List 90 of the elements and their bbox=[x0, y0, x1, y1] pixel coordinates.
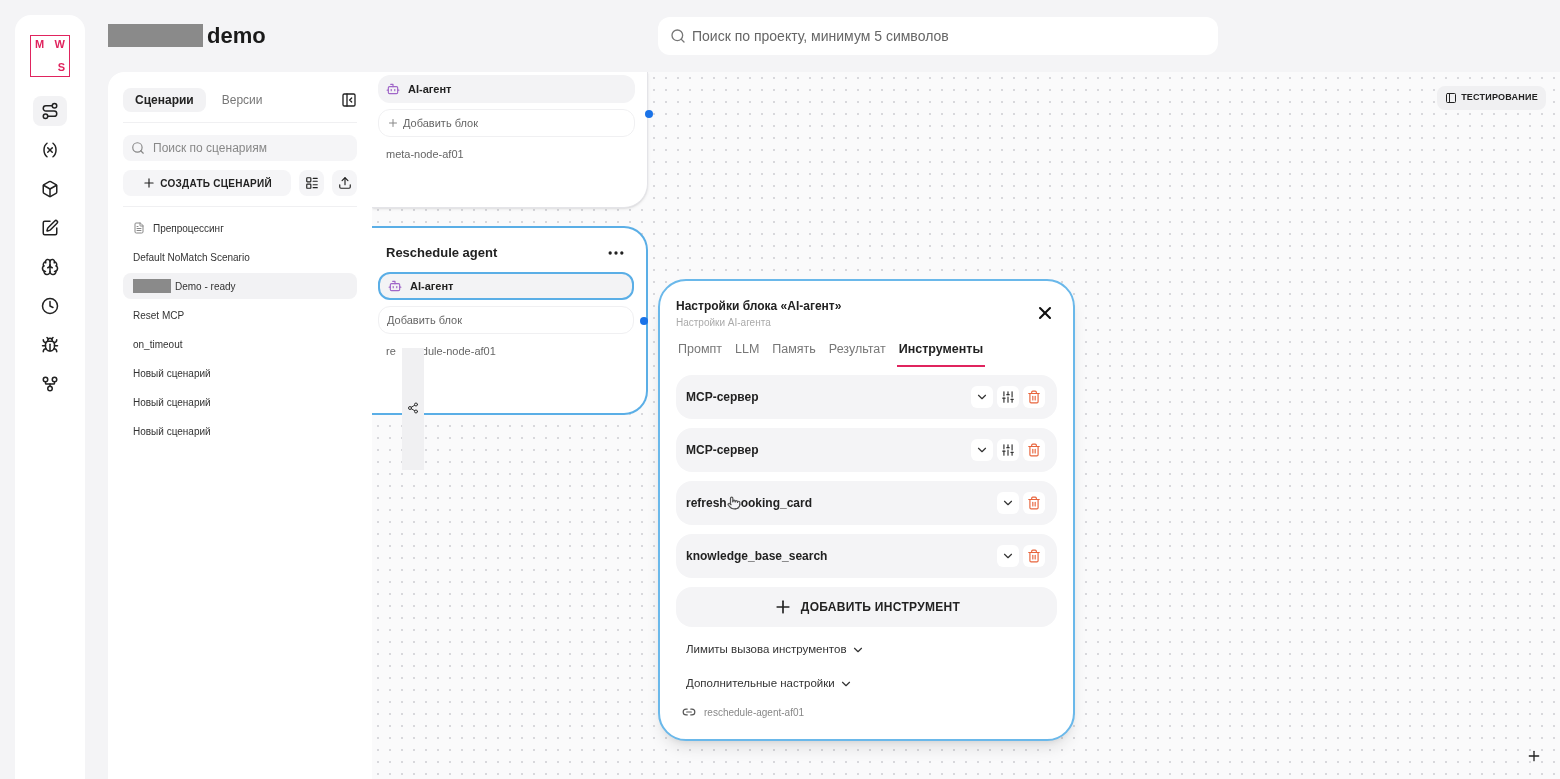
trash-icon bbox=[1027, 442, 1041, 457]
variable-icon bbox=[41, 141, 59, 159]
dialog-title: Настройки блока «AI-агент» bbox=[676, 298, 842, 315]
trash-icon bbox=[1027, 495, 1041, 510]
block-id: reschedule-agent-af01 bbox=[704, 705, 805, 720]
clock-icon bbox=[41, 297, 59, 315]
dialog-tab[interactable]: Результат bbox=[826, 340, 888, 367]
list-icon bbox=[304, 176, 319, 190]
document-icon bbox=[133, 222, 145, 234]
node-title: Reschedule agent bbox=[386, 244, 498, 263]
scenario-item[interactable]: on_timeout bbox=[123, 331, 357, 357]
add-tool-button[interactable]: ДОБАВИТЬ ИНСТРУМЕНТ bbox=[676, 586, 1057, 627]
add-block-button[interactable]: Добавить блок bbox=[378, 306, 634, 334]
node-id: meta-node-af01 bbox=[386, 146, 464, 162]
tool-row[interactable]: knowledge_base_search bbox=[676, 533, 1057, 578]
dialog-tab[interactable]: Промпт bbox=[676, 340, 724, 367]
block-row[interactable]: AI-агент bbox=[378, 272, 634, 300]
tool-name: knowledge_base_search bbox=[686, 547, 828, 565]
expand-button[interactable] bbox=[997, 544, 1019, 567]
zoom-in-icon[interactable] bbox=[1526, 748, 1542, 764]
connection-handle[interactable] bbox=[640, 317, 648, 325]
scenario-item[interactable]: Новый сценарий bbox=[123, 418, 357, 444]
robot-icon bbox=[386, 82, 400, 96]
section-toggle[interactable]: Дополнительные настройки bbox=[676, 666, 1057, 701]
hand-cursor-icon bbox=[726, 495, 741, 510]
expand-button[interactable] bbox=[971, 438, 993, 461]
node-card[interactable]: Reschedule agent AI-агент Добавить блок re dule-node-af01 bbox=[372, 226, 648, 415]
scenario-item[interactable]: Новый сценарий bbox=[123, 360, 357, 386]
tool-name: ooking_card bbox=[740, 494, 813, 512]
node-card[interactable]: AI-агент Добавить блок meta-node-af01 bbox=[372, 72, 648, 208]
add-block-button[interactable]: Добавить блок bbox=[378, 109, 635, 137]
redaction-bar bbox=[133, 279, 171, 293]
settings-button[interactable] bbox=[997, 385, 1019, 408]
bug-icon bbox=[41, 336, 59, 354]
scenario-item[interactable]: Demo - ready bbox=[123, 273, 357, 299]
collapse-panel-icon[interactable] bbox=[341, 92, 357, 108]
delete-button[interactable] bbox=[1023, 438, 1045, 461]
search-icon bbox=[131, 141, 145, 155]
pen-note-icon bbox=[41, 219, 59, 237]
sliders-icon bbox=[1001, 389, 1015, 404]
robot-icon bbox=[388, 279, 402, 293]
upload-icon bbox=[337, 176, 352, 190]
testing-button[interactable]: ТЕСТИРОВАНИЕ bbox=[1437, 86, 1546, 110]
expand-button[interactable] bbox=[971, 385, 993, 408]
scenario-item[interactable]: Препроцессинг bbox=[123, 215, 357, 241]
node-id: dule-node-af01 bbox=[421, 343, 496, 359]
scenario-item[interactable]: Новый сценарий bbox=[123, 389, 357, 415]
scenario-search-field[interactable]: Поиск по сценариям bbox=[123, 135, 357, 161]
block-row[interactable]: AI-агент bbox=[378, 75, 635, 103]
panel-icon bbox=[1445, 92, 1458, 104]
sliders-icon bbox=[1001, 442, 1015, 457]
project-search-field[interactable]: Поиск по проекту, минимум 5 символов bbox=[658, 17, 1218, 55]
trash-icon bbox=[1027, 389, 1041, 404]
tool-name: refresh bbox=[686, 494, 727, 512]
dialog-subtitle: Настройки AI-агента bbox=[676, 316, 772, 330]
tool-row[interactable]: MCP-сервер bbox=[676, 427, 1057, 472]
sidebar-tab[interactable]: Версии bbox=[209, 88, 275, 112]
expand-button[interactable] bbox=[997, 491, 1019, 514]
tool-name: MCP-сервер bbox=[686, 441, 759, 459]
node-id: re bbox=[386, 343, 396, 359]
upload-button[interactable] bbox=[332, 170, 357, 196]
nav-button[interactable] bbox=[33, 96, 67, 126]
fork-icon bbox=[41, 375, 59, 393]
brain-icon bbox=[41, 258, 59, 276]
delete-button[interactable] bbox=[1023, 544, 1045, 567]
delete-button[interactable] bbox=[1023, 491, 1045, 514]
dialog-tab[interactable]: Память bbox=[770, 340, 818, 367]
dialog-tab[interactable]: Инструменты bbox=[896, 340, 986, 367]
search-icon bbox=[670, 28, 686, 44]
tool-name: MCP-сервер bbox=[686, 388, 759, 406]
route-icon bbox=[41, 102, 59, 120]
section-toggle[interactable]: Лимиты вызова инструментов bbox=[676, 632, 1057, 667]
create-scenario-button[interactable]: СОЗДАТЬ СЦЕНАРИЙ bbox=[123, 170, 292, 196]
tool-row[interactable]: MCP-сервер bbox=[676, 374, 1057, 419]
list-view-button[interactable] bbox=[299, 170, 325, 196]
plus-icon bbox=[387, 117, 399, 129]
logo: M W S bbox=[30, 35, 70, 77]
plus-icon bbox=[142, 176, 157, 190]
connection-handle[interactable] bbox=[645, 110, 653, 118]
cube-icon bbox=[41, 180, 59, 198]
settings-button[interactable] bbox=[997, 438, 1019, 461]
project-title: demo bbox=[207, 24, 266, 47]
scenario-item[interactable]: Default NoMatch Scenario bbox=[123, 244, 357, 270]
trash-icon bbox=[1027, 548, 1041, 563]
delete-button[interactable] bbox=[1023, 385, 1045, 408]
dialog-tab[interactable]: LLM bbox=[733, 340, 762, 367]
tool-row[interactable]: refresh ooking_card bbox=[676, 480, 1057, 525]
share-icon[interactable] bbox=[407, 402, 419, 414]
scenario-item[interactable]: Reset MCP bbox=[123, 302, 357, 328]
sidebar-tab[interactable]: Сценарии bbox=[123, 88, 206, 112]
